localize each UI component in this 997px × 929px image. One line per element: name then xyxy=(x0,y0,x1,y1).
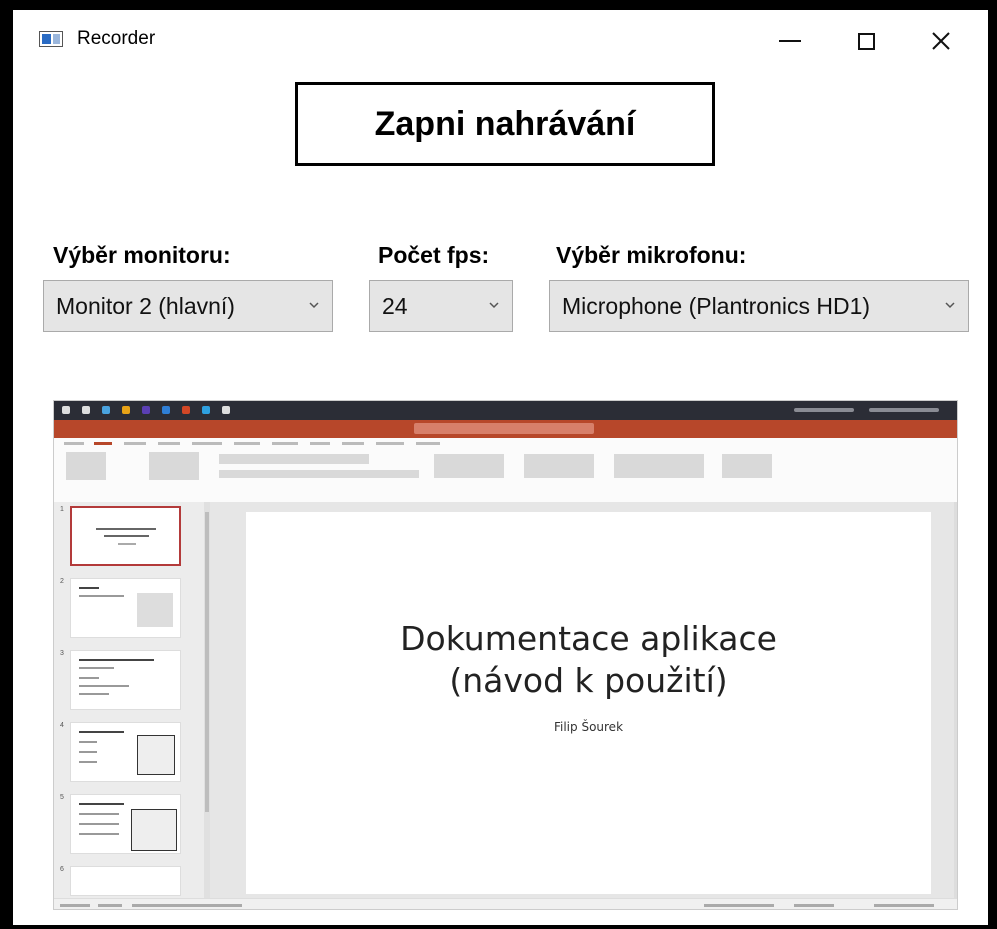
slide-author: Filip Šourek xyxy=(553,720,624,734)
preview-powerpoint-titlebar xyxy=(54,420,957,438)
maximize-icon xyxy=(857,32,875,50)
screen-preview: 1 2 3 4 5 6 Dokumentace aplikace (návod … xyxy=(53,400,958,910)
chevron-down-icon xyxy=(309,302,319,309)
record-button[interactable]: Zapni nahrávání xyxy=(295,82,715,166)
window-title: Recorder xyxy=(77,28,156,49)
app-icon xyxy=(39,31,63,47)
slide-editor: Dokumentace aplikace (návod k použití) F… xyxy=(210,502,957,898)
slide-thumbnail[interactable] xyxy=(70,578,181,638)
slide-thumbnail[interactable] xyxy=(70,866,181,896)
slide-thumbnail[interactable] xyxy=(70,722,181,782)
chevron-down-icon xyxy=(945,302,955,309)
preview-taskbar xyxy=(54,401,957,420)
minimize-icon xyxy=(779,40,801,42)
close-button[interactable] xyxy=(918,22,964,60)
title-bar[interactable]: Recorder xyxy=(13,10,988,70)
monitor-select[interactable]: Monitor 2 (hlavní) xyxy=(43,280,333,332)
slide-thumbnail[interactable] xyxy=(70,794,181,854)
slide-thumbnail[interactable] xyxy=(70,650,181,710)
close-icon xyxy=(932,32,950,50)
editor-scrollbar[interactable] xyxy=(954,502,957,898)
fps-label: Počet fps: xyxy=(378,242,490,268)
preview-ribbon xyxy=(54,438,957,503)
slide-thumbnail[interactable] xyxy=(70,506,181,566)
current-slide: Dokumentace aplikace (návod k použití) F… xyxy=(246,512,931,894)
fps-select-value: 24 xyxy=(382,293,408,319)
preview-status-bar xyxy=(54,898,957,909)
monitor-label: Výběr monitoru: xyxy=(53,242,231,268)
recorder-window: Recorder Zapni nahrávání Výběr monitoru:… xyxy=(13,10,988,925)
chevron-down-icon xyxy=(489,302,499,309)
monitor-select-value: Monitor 2 (hlavní) xyxy=(56,293,235,319)
maximize-button[interactable] xyxy=(843,22,889,60)
microphone-label: Výběr mikrofonu: xyxy=(556,242,747,268)
slide-title: Dokumentace aplikace (návod k použití) xyxy=(400,619,777,700)
fps-select[interactable]: 24 xyxy=(369,280,513,332)
microphone-select[interactable]: Microphone (Plantronics HD1) xyxy=(549,280,969,332)
microphone-select-value: Microphone (Plantronics HD1) xyxy=(562,293,871,319)
slide-thumbnail-panel: 1 2 3 4 5 6 xyxy=(54,502,204,898)
minimize-button[interactable] xyxy=(767,22,813,60)
